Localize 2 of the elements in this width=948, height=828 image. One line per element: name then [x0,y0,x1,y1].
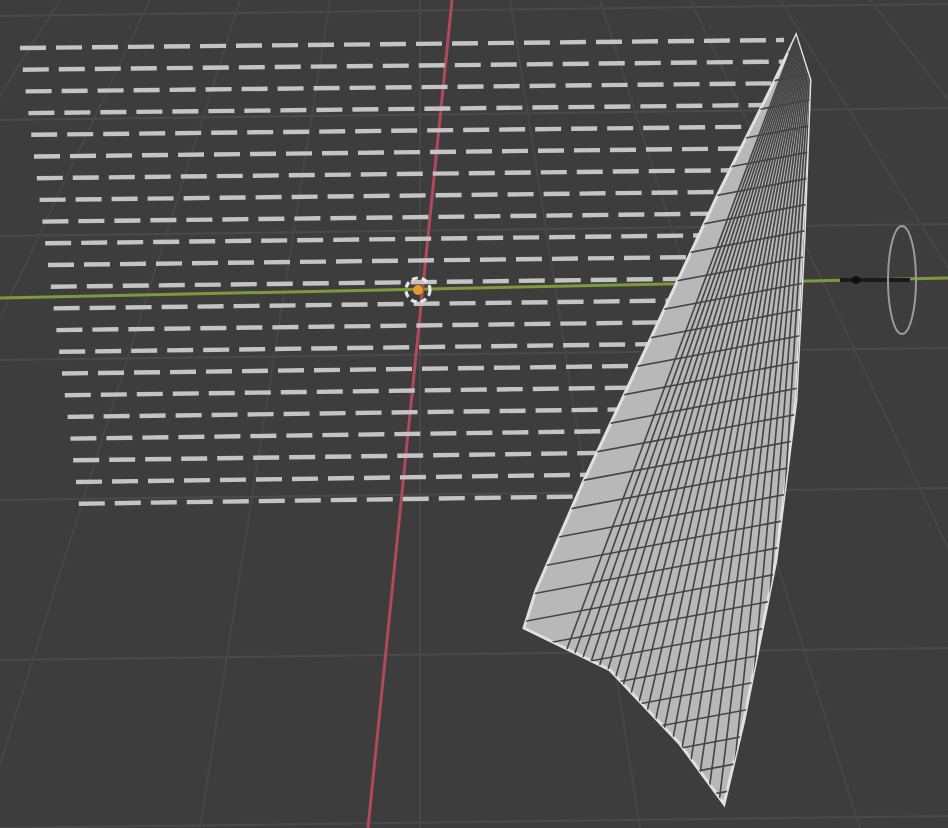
cursor-icon[interactable] [404,276,432,304]
wind-emitter-drawing [840,225,917,335]
